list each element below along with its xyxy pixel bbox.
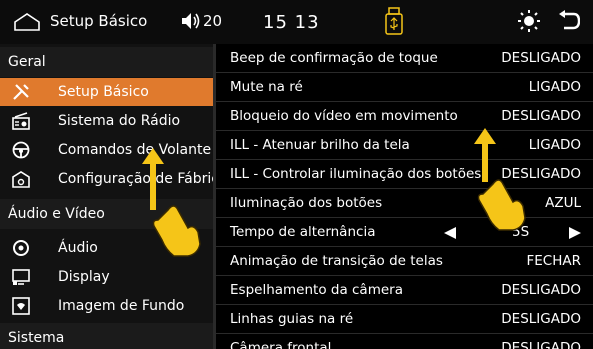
- volume-icon[interactable]: [181, 12, 201, 30]
- setting-row-bloqueio-video[interactable]: Bloqueio do vídeo em movimento DESLIGADO: [216, 102, 593, 131]
- steering-wheel-icon: [12, 141, 30, 159]
- setting-value: LIGADO: [528, 137, 581, 153]
- setting-row-beep[interactable]: Beep de confirmação de toque DESLIGADO: [216, 44, 593, 73]
- setting-value: FECHAR: [526, 253, 582, 269]
- volume-level: 20: [203, 12, 223, 30]
- setting-row-ill-iluminacao[interactable]: ILL - Controlar iluminação dos botões DE…: [216, 160, 593, 189]
- sidebar-item-label: Display: [58, 269, 110, 285]
- usb-icon: [385, 7, 403, 35]
- setting-label: Linhas guias na ré: [230, 311, 354, 327]
- setting-row-ill-atenuar[interactable]: ILL - Atenuar brilho da tela LIGADO: [216, 131, 593, 160]
- sidebar-item-configuracao-de-fabrica[interactable]: Configuração de Fábrica: [0, 165, 213, 193]
- setting-label: Beep de confirmação de toque: [230, 50, 438, 66]
- sidebar-item-audio[interactable]: Áudio: [0, 234, 213, 262]
- setting-value: LIGADO: [528, 79, 581, 95]
- sidebar-item-label: Configuração de Fábrica: [58, 171, 213, 187]
- setting-row-camera-frontal[interactable]: Câmera frontal DESLIGADO: [216, 334, 593, 349]
- setting-row-mute-na-re[interactable]: Mute na ré LIGADO: [216, 73, 593, 102]
- setting-label: ILL - Atenuar brilho da tela: [230, 137, 410, 153]
- setting-label: Tempo de alternância: [230, 224, 376, 240]
- sidebar-item-comandos-de-volante[interactable]: Comandos de Volante: [0, 136, 213, 164]
- clock: 15 13: [263, 12, 320, 33]
- factory-settings-icon: [12, 171, 30, 188]
- setting-label: Mute na ré: [230, 79, 303, 95]
- setting-label: Espelhamento da câmera: [230, 282, 403, 298]
- back-icon[interactable]: [556, 10, 580, 32]
- section-header-audio-e-video: Áudio e Vídeo: [0, 199, 213, 229]
- sidebar-item-setup-basico[interactable]: Setup Básico: [0, 78, 213, 106]
- audio-icon: [13, 240, 29, 256]
- setting-value: DESLIGADO: [501, 50, 581, 66]
- settings-list: Beep de confirmação de toque DESLIGADO M…: [216, 44, 593, 349]
- sidebar-item-sistema-do-radio[interactable]: Sistema do Rádio: [0, 107, 213, 135]
- setting-value: AZUL: [545, 195, 581, 211]
- sidebar-item-label: Áudio: [58, 240, 98, 256]
- setting-value: DESLIGADO: [501, 282, 581, 298]
- setting-value: DESLIGADO: [501, 340, 581, 349]
- setting-value: 5S: [512, 224, 530, 240]
- section-header-geral: Geral: [0, 47, 213, 77]
- page-title: Setup Básico: [50, 12, 148, 30]
- sidebar-item-label: Sistema do Rádio: [58, 113, 181, 129]
- tools-icon: [13, 84, 29, 100]
- status-bar: Setup Básico 20 15 13: [0, 0, 593, 44]
- home-icon[interactable]: [14, 13, 40, 31]
- increase-arrow-icon[interactable]: [569, 227, 581, 239]
- sidebar-item-label: Setup Básico: [58, 84, 149, 100]
- sidebar-item-display[interactable]: Display: [0, 263, 213, 291]
- setting-row-espelhamento-camera[interactable]: Espelhamento da câmera DESLIGADO: [216, 276, 593, 305]
- setting-value: DESLIGADO: [501, 311, 581, 327]
- setting-label: Bloqueio do vídeo em movimento: [230, 108, 458, 124]
- brightness-icon[interactable]: [517, 9, 541, 33]
- setting-label: Iluminação dos botões: [230, 195, 383, 211]
- setting-value: DESLIGADO: [501, 108, 581, 124]
- sidebar: Geral Setup Básico Sistema do Rádio Coma…: [0, 44, 213, 349]
- sidebar-item-imagem-de-fundo[interactable]: Imagem de Fundo: [0, 292, 213, 320]
- setting-label: Câmera frontal: [230, 340, 332, 349]
- wallpaper-icon: [12, 297, 30, 315]
- display-icon: [12, 269, 30, 285]
- sidebar-item-label: Imagem de Fundo: [58, 298, 185, 314]
- setting-row-iluminacao-botoes[interactable]: Iluminação dos botões AZUL: [216, 189, 593, 218]
- setting-value: DESLIGADO: [501, 166, 581, 182]
- setting-row-animacao-transicao[interactable]: Animação de transição de telas FECHAR: [216, 247, 593, 276]
- setting-row-tempo-alternancia[interactable]: Tempo de alternância 5S: [216, 218, 593, 247]
- decrease-arrow-icon[interactable]: [444, 227, 456, 239]
- section-header-sistema: Sistema: [0, 323, 213, 349]
- sidebar-item-label: Comandos de Volante: [58, 142, 212, 158]
- setting-label: ILL - Controlar iluminação dos botões: [230, 166, 482, 182]
- radio-icon: [12, 112, 30, 130]
- setting-label: Animação de transição de telas: [230, 253, 443, 269]
- setting-row-linhas-guias[interactable]: Linhas guias na ré DESLIGADO: [216, 305, 593, 334]
